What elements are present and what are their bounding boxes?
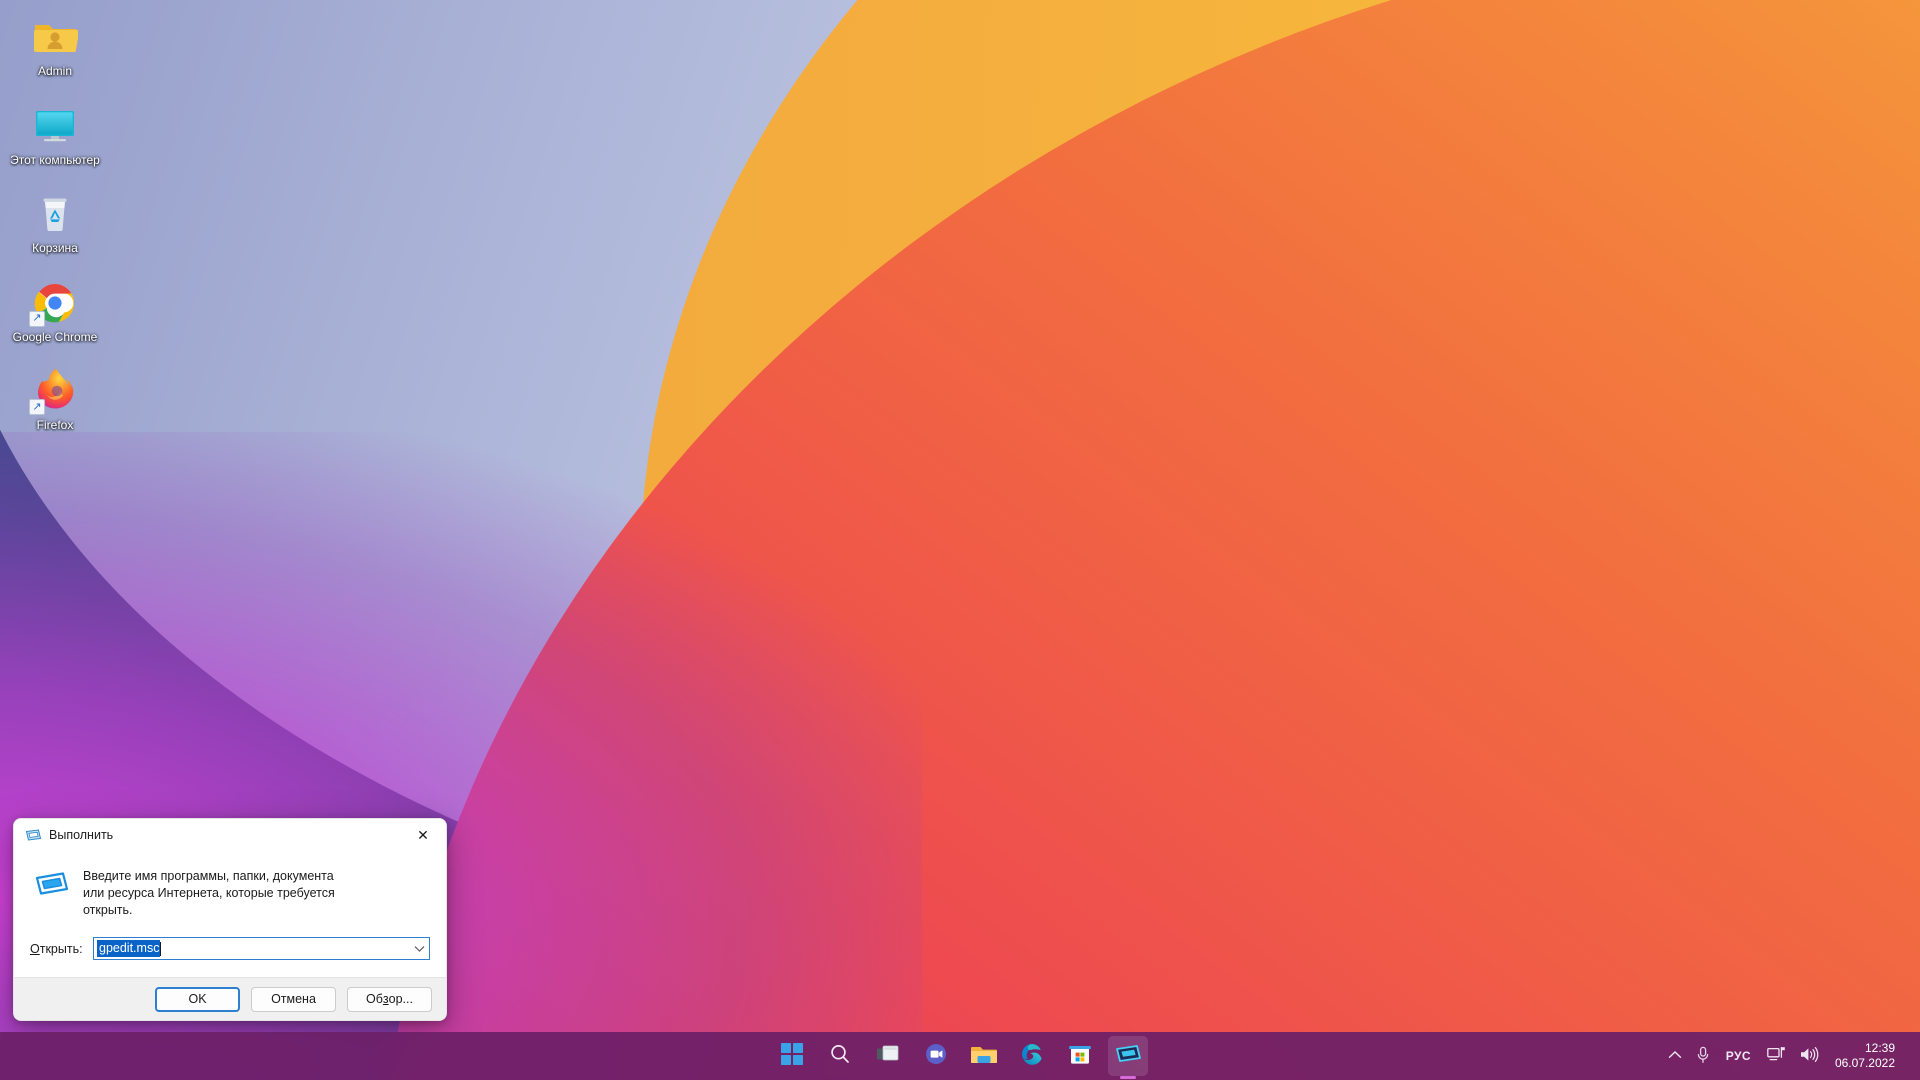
- desktop-icon-this-pc[interactable]: Этот компьютер: [7, 97, 103, 172]
- dialog-description-text: Введите имя программы, папки, документа …: [83, 869, 335, 917]
- run-taskbar-button[interactable]: [1108, 1036, 1148, 1076]
- cancel-button[interactable]: Отмена: [251, 986, 336, 1012]
- chat-teams-icon: [924, 1042, 948, 1071]
- run-large-window-icon: [35, 869, 69, 903]
- search-icon: [829, 1043, 851, 1070]
- tray-chevron-button[interactable]: [1661, 1036, 1689, 1076]
- chat-button[interactable]: [916, 1036, 956, 1076]
- microphone-icon: [1696, 1046, 1710, 1067]
- chevron-up-icon: [1668, 1049, 1682, 1063]
- desktop-icon-label: Этот компьютер: [10, 152, 100, 167]
- firefox-icon: ↗: [29, 367, 79, 415]
- tray-volume-button[interactable]: [1793, 1036, 1826, 1076]
- desktop-icon-label: Firefox: [36, 418, 74, 432]
- file-explorer-button[interactable]: [964, 1036, 1004, 1076]
- browse-label-prefix: Об: [366, 992, 383, 1006]
- this-pc-monitor-icon: [31, 102, 79, 150]
- edge-button[interactable]: [1012, 1036, 1052, 1076]
- run-dialog: Выполнить ✕ Введите имя программы, папки…: [13, 818, 447, 1021]
- run-window-icon: [1115, 1042, 1141, 1071]
- edge-icon: [1020, 1042, 1044, 1071]
- desktop-icon-firefox[interactable]: ↗ Firefox: [7, 362, 103, 437]
- start-button[interactable]: [772, 1036, 812, 1076]
- desktop-screen: Admin Этот компьютер Корзина ↗ Google Ch…: [0, 0, 1920, 1080]
- clock-date: 06.07.2022: [1834, 1056, 1895, 1070]
- desktop-icon-grid: Admin Этот компьютер Корзина ↗ Google Ch…: [0, 8, 110, 437]
- task-view-icon: [876, 1043, 900, 1070]
- network-icon: [1767, 1046, 1786, 1066]
- user-folder-icon: [31, 13, 79, 61]
- volume-icon: [1800, 1046, 1819, 1066]
- dialog-footer: OK Отмена Об з ор...: [14, 977, 446, 1020]
- open-field-label: Открыть:: [30, 942, 93, 956]
- tray-microphone-button[interactable]: [1689, 1036, 1717, 1076]
- tray-language-button[interactable]: РУС: [1717, 1036, 1760, 1076]
- shortcut-arrow-icon: ↗: [29, 399, 45, 415]
- dialog-title-bar[interactable]: Выполнить ✕: [14, 819, 446, 851]
- search-button[interactable]: [820, 1036, 860, 1076]
- clock-time: 12:39: [1864, 1041, 1895, 1055]
- browse-label-suffix: ор...: [388, 992, 413, 1006]
- desktop-icon-label: Google Chrome: [12, 329, 98, 344]
- dialog-open-row: Открыть: gpedit.msc: [30, 937, 430, 960]
- chevron-down-icon[interactable]: [410, 938, 429, 959]
- desktop-icon-label: Admin: [37, 64, 72, 78]
- taskbar: РУС 12:39 06.07.2022: [0, 1032, 1920, 1080]
- chrome-icon: ↗: [29, 279, 79, 327]
- close-icon[interactable]: ✕: [400, 819, 446, 851]
- tray-clock[interactable]: 12:39 06.07.2022: [1826, 1036, 1906, 1076]
- text-caret: [160, 941, 162, 956]
- run-command-input-value[interactable]: gpedit.msc: [97, 940, 161, 957]
- run-command-combobox[interactable]: gpedit.msc: [93, 937, 430, 960]
- system-tray: РУС 12:39 06.07.2022: [1661, 1032, 1912, 1080]
- dialog-body: Введите имя программы, папки, документа …: [14, 851, 446, 979]
- tray-network-button[interactable]: [1760, 1036, 1793, 1076]
- dialog-title: Выполнить: [49, 828, 114, 842]
- folder-icon: [971, 1042, 997, 1071]
- open-label-rest: ткрыть:: [39, 941, 83, 956]
- desktop-icon-recycle-bin[interactable]: Корзина: [7, 185, 103, 260]
- desktop-icon-admin[interactable]: Admin: [7, 8, 103, 83]
- desktop-icon-google-chrome[interactable]: ↗ Google Chrome: [7, 274, 103, 349]
- browse-button[interactable]: Об з ор...: [347, 986, 432, 1012]
- run-window-icon: [25, 827, 42, 844]
- windows-start-icon: [781, 1042, 803, 1070]
- show-desktop-button[interactable]: [1906, 1036, 1912, 1076]
- task-view-button[interactable]: [868, 1036, 908, 1076]
- shortcut-arrow-icon: ↗: [29, 310, 45, 327]
- dialog-description-row: Введите имя программы, папки, документа …: [30, 861, 430, 919]
- microsoft-store-icon: [1068, 1042, 1092, 1071]
- desktop-icon-label: Корзина: [32, 241, 78, 255]
- ok-button[interactable]: OK: [155, 986, 240, 1012]
- microsoft-store-button[interactable]: [1060, 1036, 1100, 1076]
- recycle-bin-icon: [31, 190, 79, 238]
- open-label-accelerator: О: [30, 941, 40, 956]
- taskbar-app-group: [772, 1036, 1148, 1076]
